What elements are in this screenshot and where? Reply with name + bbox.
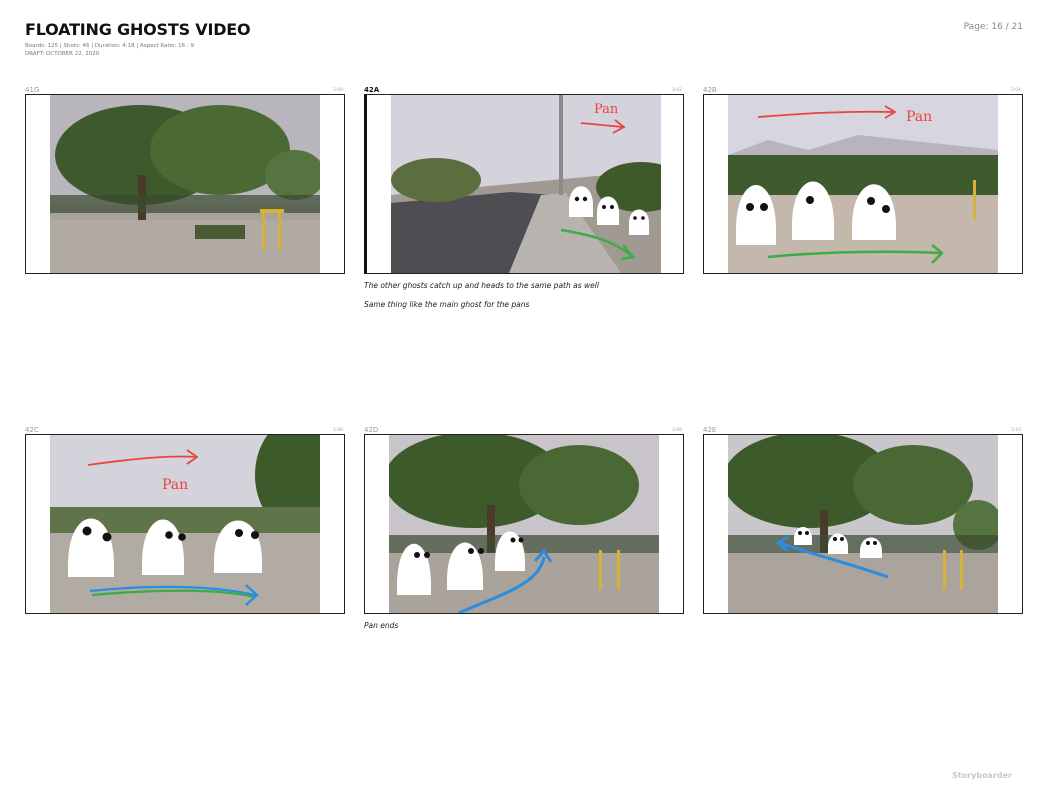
panel-caption: The other ghosts catch up and heads to t… bbox=[364, 281, 599, 290]
panel-image: Pan bbox=[391, 95, 661, 273]
panel-id: 42C bbox=[25, 426, 39, 434]
panel-id: 42B bbox=[703, 86, 717, 94]
panel-duration: 3:04 bbox=[1010, 88, 1021, 93]
panel-image: Pan bbox=[728, 95, 998, 273]
document-title: FLOATING GHOSTS VIDEO bbox=[25, 20, 251, 39]
panel-duration: 3:06 bbox=[332, 428, 343, 433]
page-indicator: Page: 16 / 21 bbox=[963, 22, 1023, 32]
panel-image: Pan bbox=[50, 435, 320, 613]
panel-frame[interactable]: Pan bbox=[703, 94, 1023, 274]
panel-image bbox=[50, 95, 320, 273]
panel-caption: Same thing like the main ghost for the p… bbox=[364, 300, 530, 309]
storyboarder-brand: Storyboarder bbox=[952, 771, 1012, 780]
panel-duration: 3:00 bbox=[332, 88, 343, 93]
panel-caption: Pan ends bbox=[364, 621, 399, 630]
panel-frame[interactable]: Pan bbox=[364, 94, 684, 274]
panel-frame[interactable] bbox=[25, 94, 345, 274]
pan-annotation: Pan bbox=[594, 102, 619, 117]
panel-frame[interactable] bbox=[364, 434, 684, 614]
panel-duration: 3:10 bbox=[1010, 428, 1021, 433]
pan-annotation: Pan bbox=[906, 109, 932, 125]
panel-image bbox=[728, 435, 998, 613]
pan-annotation: Pan bbox=[162, 477, 188, 493]
panel-id: 42E bbox=[703, 426, 717, 434]
panel-frame[interactable] bbox=[703, 434, 1023, 614]
draft-line: DRAFT: OCTOBER 22, 2020 bbox=[25, 51, 100, 57]
panel-frame[interactable]: Pan bbox=[25, 434, 345, 614]
panel-id: 42A bbox=[364, 86, 380, 94]
ghost-figure bbox=[629, 209, 649, 235]
panel-duration: 3:08 bbox=[671, 428, 682, 433]
panel-id: 41G bbox=[25, 86, 40, 94]
panel-image bbox=[389, 435, 659, 613]
panel-duration: 3:02 bbox=[671, 88, 682, 93]
document-meta: Boards: 125 | Shots: 46 | Duration: 4:18… bbox=[25, 42, 194, 58]
panel-id: 42D bbox=[364, 426, 379, 434]
stats-line: Boards: 125 | Shots: 46 | Duration: 4:18… bbox=[25, 43, 194, 49]
